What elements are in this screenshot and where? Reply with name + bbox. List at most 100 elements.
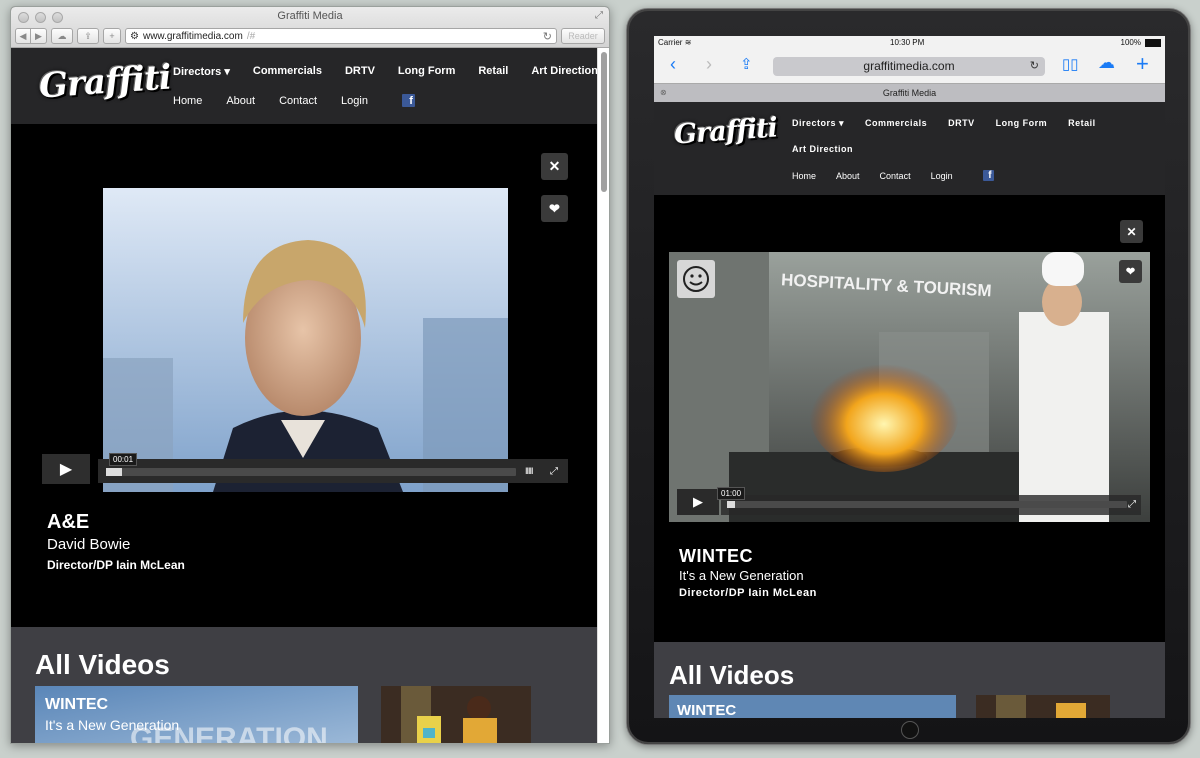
wifi-icon: ≋ (684, 38, 692, 47)
ipad-nav-commercials[interactable]: Commercials (865, 118, 927, 129)
address-bar[interactable]: ⚙ www.graffitimedia.com/# ↻ (125, 28, 557, 44)
site-header: Graffiti Directors ▾ Commercials DRTV Lo… (11, 48, 599, 124)
ipad-screen: Carrier ≋ 10:30 PM 100% ‹ › ⇪ graffitime… (654, 36, 1165, 718)
ipad-timeline-progress (727, 501, 735, 508)
ipad-video-player[interactable]: HOSPITALITY & TOURISM ❤ ▶ 01:00 ⤢ (669, 252, 1150, 522)
nav-commercials[interactable]: Commercials (253, 65, 322, 78)
all-videos-heading: All Videos (35, 649, 170, 680)
thumbnail-image (381, 686, 531, 743)
ipad-device: Carrier ≋ 10:30 PM 100% ‹ › ⇪ graffitime… (626, 8, 1191, 745)
ipad-nav-about[interactable]: About (836, 171, 860, 181)
thumbnail-image: GENERATION (35, 686, 358, 743)
nav-about[interactable]: About (226, 95, 255, 107)
ipad-nav-contact[interactable]: Contact (880, 171, 911, 181)
nav-home[interactable]: Home (173, 95, 202, 107)
nav-login[interactable]: Login (341, 95, 368, 107)
video-timeline[interactable] (106, 468, 516, 476)
volume-icon[interactable]: IIIII (525, 466, 533, 476)
ios-forward-icon[interactable]: › (706, 54, 712, 75)
ipad-video-title: WINTEC (679, 546, 753, 566)
video-frame-bowie (103, 188, 508, 492)
thumbnail-image (976, 695, 1110, 718)
ios-back-icon[interactable]: ‹ (670, 54, 676, 75)
ipad-fullscreen-video-icon[interactable]: ⤢ (1128, 499, 1136, 510)
thumbnail-title: WINTEC (45, 696, 109, 713)
video-frame-kitchen: HOSPITALITY & TOURISM (669, 252, 1150, 522)
page-scrollbar[interactable] (597, 48, 609, 743)
ipad-nav-home[interactable]: Home (792, 171, 816, 181)
ios-new-tab-icon[interactable]: + (1136, 51, 1149, 77)
nav-contact[interactable]: Contact (279, 95, 317, 107)
status-time: 10:30 PM (890, 38, 925, 47)
battery-percent: 100% (1120, 38, 1141, 47)
ios-tab-bar[interactable]: ⊗ Graffiti Media (654, 83, 1165, 102)
nav-long-form[interactable]: Long Form (398, 65, 455, 78)
ios-tab-title: Graffiti Media (882, 88, 937, 98)
smiley-badge-icon (677, 260, 715, 298)
ipad-all-videos-section: All Videos WINTEC (654, 642, 1165, 718)
nav-drtv[interactable]: DRTV (345, 65, 375, 78)
ipad-secondary-nav: Home About Contact Login f (792, 170, 994, 181)
thumbnail-subtitle: It's a New Generation (45, 717, 180, 733)
heart-icon[interactable]: ❤ (541, 195, 568, 222)
ipad-close-video-button[interactable]: ✕ (1120, 220, 1143, 243)
ipad-heart-icon[interactable]: ❤ (1119, 260, 1142, 283)
ipad-nav-directors[interactable]: Directors ▾ (792, 118, 844, 129)
video-subtitle: David Bowie (47, 536, 131, 553)
ipad-home-button[interactable] (901, 721, 919, 739)
fullscreen-video-icon[interactable]: ⤢ (550, 466, 558, 477)
history-buttons: ◀ ▶ (15, 28, 47, 44)
video-player-bowie[interactable] (103, 188, 508, 492)
video-thumbnail-2[interactable] (381, 686, 531, 743)
reload-icon[interactable]: ↻ (543, 30, 552, 43)
ipad-video-timeline[interactable] (727, 501, 1127, 508)
ios-safari-toolbar: ‹ › ⇪ graffitimedia.com ↻ ▯▯ ☁ + (654, 50, 1165, 83)
ios-address-bar[interactable]: graffitimedia.com ↻ (773, 57, 1045, 76)
ios-icloud-tabs-icon[interactable]: ☁ (1098, 53, 1115, 73)
time-tooltip: 00:01 (109, 453, 138, 466)
close-video-button[interactable]: ✕ (541, 153, 568, 180)
nav-art-direction[interactable]: Art Direction (531, 65, 598, 78)
ios-tab-close-icon[interactable]: ⊗ (660, 84, 667, 102)
ipad-nav-login[interactable]: Login (931, 171, 953, 181)
back-button[interactable]: ◀ (15, 28, 31, 44)
address-hash: /# (246, 30, 256, 42)
ipad-facebook-icon[interactable]: f (982, 170, 994, 181)
ipad-nav-retail[interactable]: Retail (1068, 118, 1096, 129)
ipad-all-videos-heading: All Videos (669, 660, 795, 690)
new-tab-button[interactable]: + (103, 28, 121, 44)
ipad-video-thumbnail-2[interactable] (976, 695, 1110, 718)
video-thumbnail-wintec[interactable]: GENERATION WINTEC It's a New Generation (35, 686, 358, 743)
fullscreen-window-icon[interactable]: ⤢ (595, 10, 603, 21)
share-button[interactable]: ⇪ (77, 28, 99, 44)
safari-window: Graffiti Media ⤢ ◀ ▶ ☁ ⇪ + ⚙ www.graffit… (10, 6, 610, 744)
site-favicon-icon: ⚙ (130, 30, 139, 42)
ipad-primary-nav-row2: Art Direction (792, 144, 853, 154)
scrollbar-thumb[interactable] (601, 52, 607, 192)
icloud-tabs-button[interactable]: ☁ (51, 28, 73, 44)
desktop-page: Graffiti Directors ▾ Commercials DRTV Lo… (11, 48, 599, 743)
ipad-nav-long-form[interactable]: Long Form (996, 118, 1048, 129)
reader-button[interactable]: Reader (561, 28, 605, 44)
carrier-label: Carrier ≋ (658, 38, 692, 47)
ios-address-url: graffitimedia.com (863, 59, 955, 73)
ipad-play-button[interactable]: ▶ (677, 489, 719, 515)
ipad-page: Graffiti Directors ▾ Commercials DRTV Lo… (654, 102, 1165, 718)
ipad-graffiti-logo[interactable]: Graffiti (673, 112, 778, 150)
primary-nav: Directors ▾ Commercials DRTV Long Form R… (173, 65, 598, 78)
ios-bookmarks-icon[interactable]: ▯▯ (1062, 55, 1079, 73)
forward-button[interactable]: ▶ (31, 28, 47, 44)
ios-share-icon[interactable]: ⇪ (740, 55, 753, 73)
ios-reload-icon[interactable]: ↻ (1030, 57, 1039, 76)
nav-retail[interactable]: Retail (478, 65, 508, 78)
browser-toolbar: ◀ ▶ ☁ ⇪ + ⚙ www.graffitimedia.com/# ↻ Re… (15, 27, 605, 45)
facebook-icon[interactable]: f (401, 94, 415, 107)
nav-directors[interactable]: Directors ▾ (173, 65, 230, 78)
graffiti-logo[interactable]: Graffiti (38, 57, 172, 106)
ipad-video-thumbnail-wintec[interactable]: WINTEC (669, 695, 956, 718)
ipad-nav-art-direction[interactable]: Art Direction (792, 144, 853, 154)
ipad-nav-drtv[interactable]: DRTV (948, 118, 975, 129)
play-button[interactable]: ▶ (42, 454, 90, 484)
ipad-site-header: Graffiti Directors ▾ Commercials DRTV Lo… (654, 102, 1165, 195)
video-title: A&E (47, 511, 90, 533)
